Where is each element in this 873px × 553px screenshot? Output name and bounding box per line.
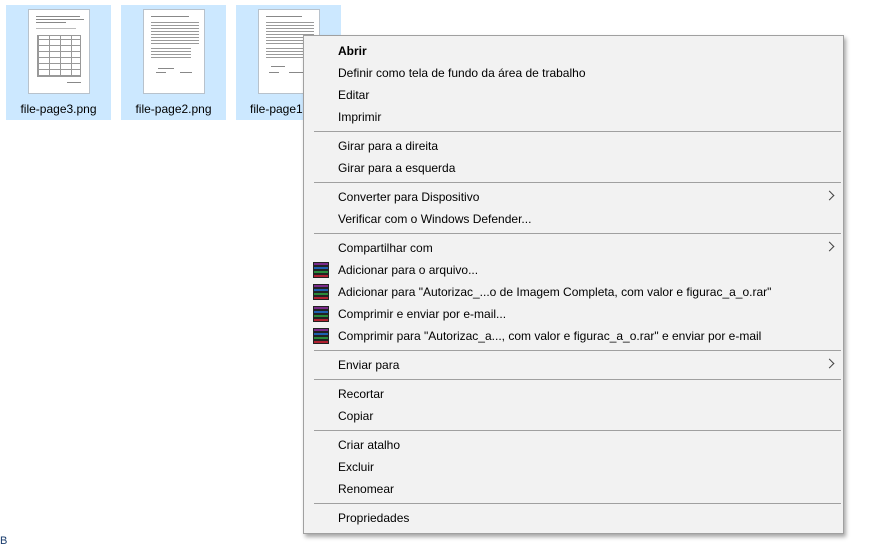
menu-separator [314, 430, 841, 431]
menu-separator [314, 350, 841, 351]
menu-item-rotate-right[interactable]: Girar para a direita [304, 135, 843, 157]
menu-item-copy[interactable]: Copiar [304, 405, 843, 427]
menu-separator [314, 182, 841, 183]
menu-item-delete[interactable]: Excluir [304, 456, 843, 478]
menu-item-label: Adicionar para "Autorizac_...o de Imagem… [338, 285, 772, 299]
menu-item-rotate-left[interactable]: Girar para a esquerda [304, 157, 843, 179]
menu-item-add-to-archive[interactable]: Adicionar para o arquivo... [304, 259, 843, 281]
menu-item-share-with[interactable]: Compartilhar com [304, 237, 843, 259]
menu-item-compress-named-email[interactable]: Comprimir para "Autorizac_a..., com valo… [304, 325, 843, 347]
menu-item-label: Compartilhar com [338, 241, 433, 255]
file-item-page2[interactable]: file-page2.png [121, 5, 226, 120]
winrar-icon [313, 306, 331, 322]
menu-item-edit[interactable]: Editar [304, 84, 843, 106]
menu-item-label: Comprimir para "Autorizac_a..., com valo… [338, 329, 762, 343]
context-menu: Abrir Definir como tela de fundo da área… [303, 35, 844, 534]
menu-item-create-shortcut[interactable]: Criar atalho [304, 434, 843, 456]
menu-item-label: Enviar para [338, 358, 400, 372]
menu-separator [314, 503, 841, 504]
chevron-right-icon [824, 190, 835, 201]
status-bar-text: B [0, 535, 8, 547]
menu-item-scan-defender[interactable]: Verificar com o Windows Defender... [304, 208, 843, 230]
thumbnail-page3 [27, 9, 90, 94]
menu-item-open[interactable]: Abrir [304, 40, 843, 62]
menu-item-print[interactable]: Imprimir [304, 106, 843, 128]
file-item-page3[interactable]: file-page3.png [6, 5, 111, 120]
winrar-icon [313, 262, 331, 278]
menu-item-label: Comprimir e enviar por e-mail... [338, 307, 507, 321]
winrar-icon [313, 284, 331, 300]
menu-item-rename[interactable]: Renomear [304, 478, 843, 500]
menu-separator [314, 233, 841, 234]
menu-item-set-wallpaper[interactable]: Definir como tela de fundo da área de tr… [304, 62, 843, 84]
chevron-right-icon [824, 241, 835, 252]
menu-item-cast-to-device[interactable]: Converter para Dispositivo [304, 186, 843, 208]
menu-item-send-to[interactable]: Enviar para [304, 354, 843, 376]
thumbnail-page2 [142, 9, 205, 94]
menu-separator [314, 131, 841, 132]
winrar-icon [313, 328, 331, 344]
file-label: file-page3.png [20, 102, 97, 116]
menu-item-label: Converter para Dispositivo [338, 190, 480, 204]
file-label: file-page2.png [135, 102, 212, 116]
menu-item-cut[interactable]: Recortar [304, 383, 843, 405]
menu-item-add-to-named-rar[interactable]: Adicionar para "Autorizac_...o de Imagem… [304, 281, 843, 303]
menu-item-properties[interactable]: Propriedades [304, 507, 843, 529]
menu-item-label: Adicionar para o arquivo... [338, 263, 479, 277]
menu-item-compress-email[interactable]: Comprimir e enviar por e-mail... [304, 303, 843, 325]
menu-separator [314, 379, 841, 380]
chevron-right-icon [824, 358, 835, 369]
